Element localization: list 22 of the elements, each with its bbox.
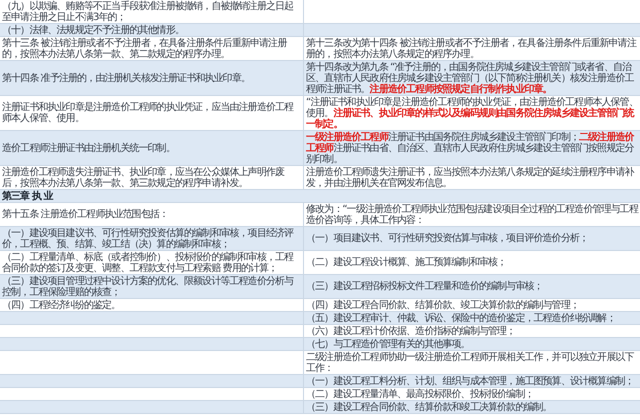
table-cell: （五）建设工程审计、仲裁、诉讼、保险中的造价鉴定，工程造价纠纷调解； <box>304 312 640 324</box>
table-cell: 第十三条改为第十四条 被注销注册或者不予注册者，在具备注册条件后重新申请注册的，按照本办法第八条规定的程序办理。 <box>304 37 640 60</box>
table-cell: （一）建设工程工料分析、计划、组织与成本管理，施工图预算、设计概算编制； <box>304 375 640 387</box>
table-cell: （一）建设项目建议书、可行性研究投资估算的编制和审核，项目经济评价，工程概、预、结算、竣工结（决）算的编制和审核； <box>0 227 304 250</box>
table-cell: 第十四条改为第九条 “准予注册的，由国务院住房城乡建设主管部门或者省、自治区、直辖市人民政府住房城乡建设主管部门（以下简称注册机关）核发注册造价工程师注册证书。注册造价工程师按照规定自行制作执业印章。 <box>304 61 640 95</box>
table-cell: （九）以欺骗、贿赂等不正当手段获准注册被撤销，自被撤销注册之日起至申请注册之日止不满3年的； <box>0 0 304 23</box>
table-cell: 第十四条 准予注册的，由注册机关核发注册证书和执业印章。 <box>0 61 304 95</box>
table-cell: （二）工程量清单、标底（或者控制价）、投标报价的编制和审核，工程合同价款的签订及变更、调整、工程款支付与工程索赔 费用的计算； <box>0 251 304 274</box>
table-cell: 一级注册造价工程师注册证书由国务院住房城乡建设主管部门印制；二级注册造价工程师注册证书由省、自治区、直辖市人民政府住房城乡建设主管部门按照规定分别印制。 <box>304 131 640 165</box>
table-cell: 注册证书和执业印章是注册造价工程师的执业凭证，应当由注册造价工程师本人保管、使用。 <box>0 96 304 130</box>
table-cell: （三）建设工程招标投标文件工程量和造价的编制与审核； <box>304 275 640 298</box>
table-cell: 修改为：“一级注册造价工程师执业范围包括建设项目全过程的工程造价管理与工程造价咨询等，具体工作内容： <box>304 203 640 226</box>
section-heading: 第三章 执 业 <box>0 190 640 202</box>
table-cell: 造价工程师注册证书由注册机关统一印制。 <box>0 131 304 165</box>
table-cell: 注册造价工程师遗失注册证书、执业印章，应当在公众媒体上声明作废后，按照本办法第八条第一款、第三款规定的程序申请补发。 <box>0 166 304 189</box>
table-cell: （十）法律、法规规定不予注册的其他情形。 <box>0 24 304 36</box>
table-cell: （三）建设工程合同价款、结算价款和竣工决算价款的编制。 <box>304 401 640 413</box>
table-cell: （一）项目建议书、可行性研究投资估算与审核，项目评价造价分析； <box>304 227 640 250</box>
table-cell: （七）与工程造价管理有关的其他事项。 <box>304 338 640 350</box>
table-cell: 第十三条 被注销注册或者不予注册者，在具备注册条件后重新申请注册的，按照本办法第八条第一款、第二款规定的程序办理。 <box>0 37 304 60</box>
table-cell: 第十五条 注册造价工程师执业范围包括： <box>0 203 304 226</box>
table-cell: （三）建设项目管理过程中设计方案的优化、限额设计等工程造价分析与控制，工程保险理赔的核查； <box>0 275 304 298</box>
